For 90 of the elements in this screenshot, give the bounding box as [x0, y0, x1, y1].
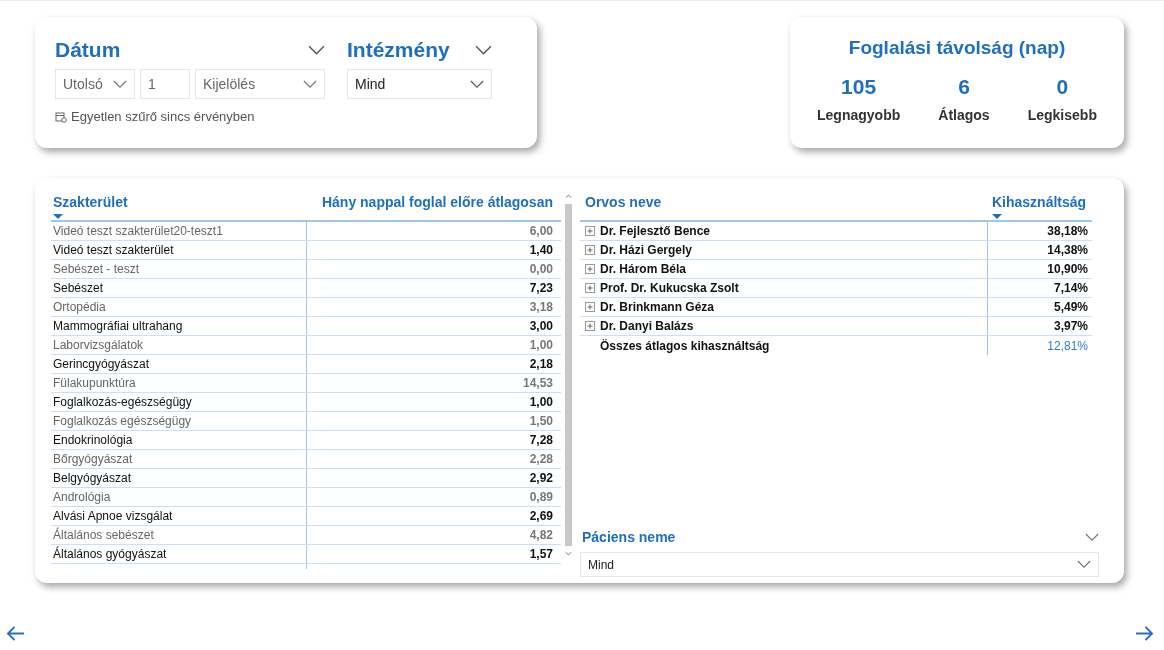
- kpi-value: 105: [841, 75, 877, 99]
- doctor-name: Prof. Dr. Kukucska Zsolt: [600, 281, 739, 295]
- table-cell: 1,50: [306, 412, 561, 430]
- table-cell-text: Mammográfiai ultrahang: [52, 318, 184, 335]
- table-cell: 2,69: [306, 507, 561, 525]
- expand-icon[interactable]: [585, 264, 595, 274]
- arrow-left-icon[interactable]: [6, 625, 25, 642]
- chevron-down-icon[interactable]: [308, 44, 325, 56]
- kpi-title: Foglalási távolság (nap): [848, 37, 1066, 59]
- table-cell-text: Foglalkozás egészségügy: [52, 413, 193, 430]
- sort-arrow-icon: [992, 214, 1002, 219]
- table-cell: 1,57: [306, 545, 561, 563]
- column-header[interactable]: Orvos neve: [580, 190, 987, 220]
- arrow-right-icon[interactable]: [1135, 625, 1154, 642]
- table-cell: 0,89: [306, 488, 561, 506]
- table-cell: 2,92: [306, 469, 561, 487]
- chevron-down-icon: [470, 79, 484, 89]
- table-cell-text: Ortopédia: [52, 299, 107, 316]
- table-cell: 2,28: [306, 450, 561, 468]
- table-cell-text: Gerincgyógyászat: [52, 356, 151, 373]
- unit-dropdown[interactable]: Kijelölés: [195, 69, 325, 99]
- kpi-label: Legnagyobb: [817, 107, 901, 123]
- institution-dropdown[interactable]: Mind: [347, 69, 492, 99]
- chevron-down-icon: [303, 79, 317, 89]
- mode-dropdown[interactable]: Utolsó: [55, 69, 135, 99]
- filter-note: Egyetlen szűrő sincs érvényben: [71, 109, 255, 124]
- table-cell: 3,97%: [987, 317, 1092, 335]
- kpi-value: 6: [958, 75, 970, 99]
- table-cell-text: Fülakupunktúra: [52, 375, 137, 392]
- total-value: 12,81%: [987, 336, 1092, 355]
- column-header[interactable]: Hány nappal foglal előre átlagosan: [306, 190, 561, 220]
- table-cell: 2,18: [306, 355, 561, 373]
- table-cell: 0,00: [306, 260, 561, 278]
- column-header[interactable]: Kihasználtság: [987, 190, 1092, 220]
- table-cell-text: Endokrinológia: [52, 432, 134, 449]
- table-cell: 1,00: [306, 336, 561, 354]
- table-cell: 38,18%: [987, 222, 1092, 240]
- table-cell-text: Foglalkozás-egészségügy: [52, 394, 193, 411]
- count-field[interactable]: 1: [140, 69, 190, 99]
- table-cell-text: Bőrgyógyászat: [52, 451, 134, 468]
- kpi-value: 0: [1056, 75, 1069, 99]
- table-cell: 6,00: [306, 222, 561, 240]
- table-cell-text: Alvási Apnoe vizsgálat: [52, 508, 174, 525]
- table-cell-text: Sebészet: [52, 280, 105, 297]
- table-cell: 3,18: [306, 298, 561, 316]
- table-cell-text: Andrológia: [52, 489, 112, 506]
- table-cell-text: Laborvizsgálatok: [52, 337, 145, 354]
- chevron-down-icon[interactable]: [475, 44, 492, 56]
- table-cell: 14,53: [306, 374, 561, 392]
- table-cell: 1,40: [306, 241, 561, 259]
- doctor-name: Dr. Danyi Balázs: [600, 319, 694, 333]
- table-cell: 7,14%: [987, 279, 1092, 297]
- table-cell-text: Sebészet - teszt: [52, 261, 141, 278]
- scroll-up-icon[interactable]: [565, 193, 572, 199]
- expand-icon[interactable]: [585, 321, 595, 331]
- expand-icon[interactable]: [585, 245, 595, 255]
- patient-dropdown[interactable]: Mind: [580, 552, 1099, 577]
- total-label: Összes átlagos kihasználtság: [599, 338, 770, 353]
- table-cell-text: Videó teszt szakterület: [52, 242, 175, 259]
- kpi-label: Átlagos: [938, 107, 990, 123]
- expand-icon[interactable]: [585, 283, 595, 293]
- table-cell: 3,00: [306, 317, 561, 335]
- filter-title: Páciens neme: [582, 529, 676, 545]
- table-cell: 14,38%: [987, 241, 1092, 259]
- expand-icon[interactable]: [585, 226, 595, 236]
- table-cell: 7,23: [306, 279, 561, 297]
- doctor-name: Dr. Három Béla: [600, 262, 687, 276]
- table-cell: 1,00: [306, 393, 561, 411]
- table-cell: 7,28: [306, 431, 561, 449]
- filter-title: Dátum: [55, 38, 121, 62]
- table-cell-text: Általános sebészet: [52, 526, 155, 544]
- table-cell: 10,90%: [987, 260, 1092, 278]
- kpi-label: Legkisebb: [1027, 107, 1097, 123]
- scroll-down-icon[interactable]: [565, 551, 572, 557]
- expand-icon[interactable]: [585, 302, 595, 312]
- sort-arrow-icon: [53, 214, 63, 219]
- table-cell-text: Belgyógyászat: [52, 470, 133, 487]
- doctor-name: Dr. Brinkmann Géza: [600, 300, 715, 314]
- filter-title: Intézmény: [347, 38, 450, 62]
- doctor-name: Dr. Házi Gergely: [600, 243, 693, 257]
- table-cell-text: Videó teszt szakterület20-teszt1: [52, 223, 224, 240]
- column-header[interactable]: Szakterület: [51, 190, 306, 220]
- calendar-icon: [55, 110, 67, 123]
- table-cell: 5,49%: [987, 298, 1092, 316]
- chevron-down-icon[interactable]: [1085, 532, 1099, 542]
- chevron-down-icon: [1077, 560, 1091, 569]
- chevron-down-icon: [113, 79, 127, 89]
- table-cell-text: Általános gyógyászat: [52, 545, 168, 563]
- doctor-name: Dr. Fejlesztő Bence: [600, 224, 711, 238]
- table-cell: 4,82: [306, 526, 561, 544]
